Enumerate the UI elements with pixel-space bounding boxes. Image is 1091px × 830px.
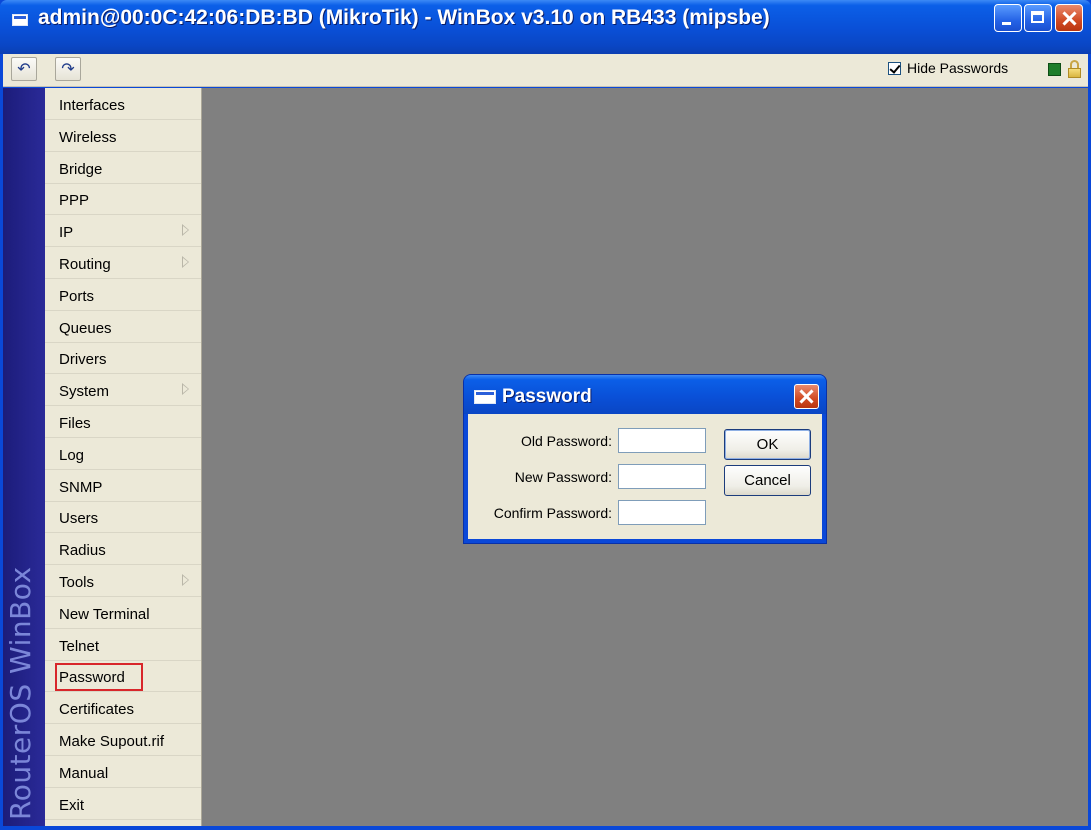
status-indicator-icon: [1048, 63, 1061, 76]
menu-item-label: SNMP: [59, 478, 103, 496]
menu-item-label: Ports: [59, 287, 95, 305]
menu-item-tools[interactable]: Tools: [45, 565, 201, 597]
close-button[interactable]: [1055, 4, 1083, 32]
menu-item-log[interactable]: Log: [45, 438, 201, 470]
menu-item-routing[interactable]: Routing: [45, 247, 201, 279]
hide-passwords-toggle[interactable]: Hide Passwords: [888, 60, 1008, 80]
menu-item-ip[interactable]: IP: [45, 215, 201, 248]
menu-item-label: Log: [59, 446, 85, 464]
submenu-arrow-icon: [182, 383, 189, 396]
menu-item-label: Wireless: [59, 128, 117, 146]
menu-item-users[interactable]: Users: [45, 501, 201, 534]
cancel-button[interactable]: Cancel: [724, 465, 811, 496]
menu-item-label: Bridge: [59, 160, 103, 178]
menu-item-label: Files: [59, 415, 91, 432]
minimize-button[interactable]: [994, 4, 1022, 32]
menu-item-snmp[interactable]: SNMP: [45, 470, 201, 502]
menu-item-label: IP: [59, 224, 74, 242]
dialog-close-button[interactable]: [794, 384, 819, 409]
menu-item-label: Drivers: [59, 351, 107, 369]
undo-button[interactable]: ↶: [11, 57, 37, 81]
menu-item-bridge[interactable]: Bridge: [45, 152, 201, 184]
menu-item-label: PPP: [59, 192, 90, 210]
submenu-arrow-icon: [182, 256, 189, 268]
menu-item-label: Certificates: [59, 701, 135, 719]
redo-button[interactable]: ↷: [55, 57, 81, 81]
menu-item-system[interactable]: System: [45, 374, 201, 407]
menu-item-interfaces[interactable]: Interfaces: [45, 88, 201, 120]
window-title: admin@00:0C:42:06:DB:BD (MikroTik) - Win…: [38, 6, 770, 29]
menu-item-label: Routing: [59, 256, 111, 273]
new-password-input[interactable]: [618, 464, 706, 489]
hide-passwords-label: Hide Passwords: [907, 60, 1009, 76]
menu-item-new-terminal[interactable]: New Terminal: [45, 597, 201, 629]
submenu-arrow-icon: [182, 574, 189, 586]
dialog-title-bar[interactable]: Password: [464, 375, 826, 414]
dialog-body: Old Password: New Password: Confirm Pass…: [468, 414, 822, 539]
maximize-button[interactable]: [1024, 4, 1052, 32]
menu-item-label: New Terminal: [59, 605, 150, 623]
dialog-title: Password: [502, 386, 592, 407]
window-icon: [12, 14, 28, 26]
menu-item-label: Manual: [59, 764, 109, 782]
menu-item-ppp[interactable]: PPP: [45, 183, 201, 216]
menu-item-ports[interactable]: Ports: [45, 279, 201, 311]
menu-item-label: Interfaces: [59, 97, 125, 114]
brand-strip: RouterOS WinBox: [3, 88, 45, 826]
toolbar: ↶ ↷ Hide Passwords: [3, 54, 1088, 87]
winbox-window: admin@00:0C:42:06:DB:BD (MikroTik) - Win…: [0, 0, 1091, 830]
confirm-password-row: Confirm Password:: [468, 500, 708, 526]
new-password-row: New Password:: [468, 464, 708, 490]
old-password-label: Old Password:: [520, 433, 612, 449]
menu-item-manual[interactable]: Manual: [45, 756, 201, 788]
confirm-password-label: Confirm Password:: [493, 505, 612, 521]
menu-item-radius[interactable]: Radius: [45, 533, 201, 566]
old-password-row: Old Password:: [468, 428, 708, 454]
menu-item-label: Radius: [59, 542, 106, 560]
menu-item-drivers[interactable]: Drivers: [45, 342, 201, 375]
menu-item-telnet[interactable]: Telnet: [45, 629, 201, 661]
submenu-arrow-icon: [182, 224, 189, 237]
redo-icon: ↷: [61, 59, 75, 78]
menu-item-label: System: [59, 383, 110, 401]
menu-item-label: Telnet: [59, 637, 100, 655]
menu-item-password[interactable]: Password: [45, 660, 201, 693]
menu-item-label: Queues: [59, 319, 112, 337]
menu-item-label: Exit: [59, 796, 85, 814]
menu-item-label: Make Supout.rif: [59, 733, 165, 750]
hide-passwords-checkbox[interactable]: [888, 62, 901, 75]
title-bar[interactable]: admin@00:0C:42:06:DB:BD (MikroTik) - Win…: [0, 0, 1091, 54]
undo-icon: ↶: [17, 59, 31, 78]
menu-item-certificates[interactable]: Certificates: [45, 692, 201, 725]
menu-item-files[interactable]: Files: [45, 406, 201, 438]
menu-item-queues[interactable]: Queues: [45, 311, 201, 343]
confirm-password-input[interactable]: [618, 500, 706, 525]
lock-icon: [1067, 60, 1082, 78]
brand-text: RouterOS WinBox: [4, 566, 37, 820]
password-dialog: Password Old Password: New Password: Con…: [464, 375, 826, 543]
ok-button[interactable]: OK: [724, 429, 811, 460]
highlight-box: [55, 663, 143, 692]
main-menu: Interfaces Wireless Bridge PPP IP Routing Port…: [45, 88, 202, 826]
menu-item-exit[interactable]: Exit: [45, 788, 201, 820]
menu-item-wireless[interactable]: Wireless: [45, 120, 201, 152]
menu-item-label: Users: [59, 510, 99, 528]
new-password-label: New Password:: [514, 469, 612, 485]
menu-item-label: Tools: [59, 574, 95, 591]
menu-item-make-supout-rif[interactable]: Make Supout.rif: [45, 724, 201, 756]
dialog-window-icon: [474, 390, 496, 404]
old-password-input[interactable]: [618, 428, 706, 453]
